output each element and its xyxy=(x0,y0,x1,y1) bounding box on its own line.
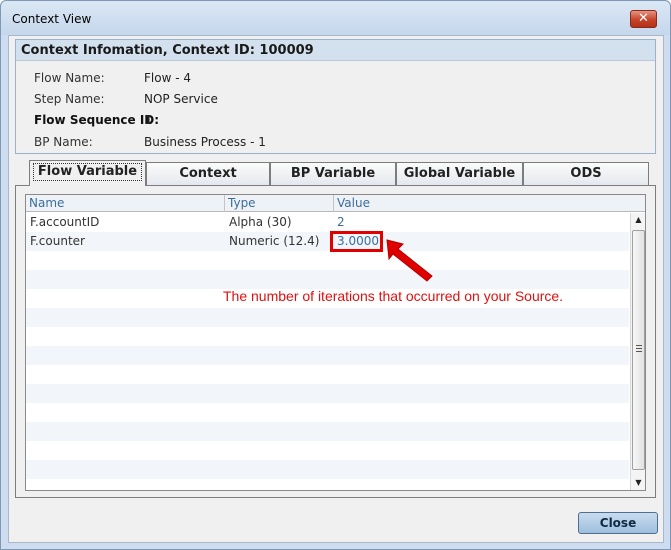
annotation-arrow-icon xyxy=(386,239,433,282)
tab-ods[interactable]: ODS xyxy=(523,162,649,185)
flow-name-value: Flow - 4 xyxy=(144,71,191,85)
empty-row xyxy=(26,460,629,479)
info-row-bp-name: BP Name: Business Process - 1 xyxy=(16,135,655,153)
cell-name: F.counter xyxy=(30,234,85,248)
window-title: Context View xyxy=(12,12,92,26)
context-info-header: Context Infomation, Context ID: 100009 xyxy=(16,40,655,61)
bp-name-value: Business Process - 1 xyxy=(144,135,266,149)
empty-row xyxy=(26,441,629,460)
flow-sequence-id-label: Flow Sequence ID: xyxy=(34,113,160,127)
empty-row xyxy=(26,346,629,365)
scroll-up-icon[interactable]: ▲ xyxy=(631,213,646,227)
info-row-step-name: Step Name: NOP Service xyxy=(16,92,655,110)
tab-bp-variable-label: BP Variable xyxy=(290,166,376,181)
tab-ods-label: ODS xyxy=(570,166,602,181)
info-row-flow-name: Flow Name: Flow - 4 xyxy=(16,71,655,89)
step-name-label: Step Name: xyxy=(34,92,105,106)
annotation-text: The number of iterations that occurred o… xyxy=(223,288,564,304)
empty-row xyxy=(26,479,629,490)
variable-tabs: Flow Variable Context Variable BP Variab… xyxy=(15,160,656,203)
context-view-window: Context View ✕ Context Infomation, Conte… xyxy=(0,0,671,550)
empty-row xyxy=(26,422,629,441)
context-info-panel: Context Infomation, Context ID: 100009 F… xyxy=(15,39,656,154)
table-body: F.accountID Alpha (30) 2 F.counter Numer… xyxy=(26,213,629,490)
tab-context-variable[interactable]: Context Variable xyxy=(146,162,270,203)
vertical-scrollbar[interactable]: ▲ ▼ xyxy=(630,213,645,490)
tab-global-variable[interactable]: Global Variable xyxy=(396,162,523,185)
flow-name-label: Flow Name: xyxy=(34,71,105,85)
empty-row xyxy=(26,365,629,384)
column-header-value[interactable]: Value xyxy=(334,195,645,212)
cell-type: Alpha (30) xyxy=(229,215,292,229)
table-row[interactable]: F.counter Numeric (12.4) 3.0000 xyxy=(26,232,629,251)
tab-bp-variable[interactable]: BP Variable xyxy=(270,162,396,185)
empty-row xyxy=(26,270,629,289)
empty-row xyxy=(26,308,629,327)
scrollbar-grip-icon xyxy=(636,345,642,352)
scrollbar-thumb[interactable] xyxy=(632,230,645,470)
empty-row xyxy=(26,384,629,403)
empty-row xyxy=(26,327,629,346)
value-highlight-box xyxy=(330,231,383,252)
context-info-title: Context Infomation, Context ID: 100009 xyxy=(21,43,314,58)
table-header: Name Type Value xyxy=(26,195,645,212)
table-row[interactable]: F.accountID Alpha (30) 2 xyxy=(26,213,629,232)
tab-global-variable-label: Global Variable xyxy=(403,166,516,181)
flow-sequence-id-value: 1 xyxy=(144,113,153,127)
window-close-icon[interactable]: ✕ xyxy=(630,10,657,28)
tab-flow-variable-label: Flow Variable xyxy=(32,163,143,181)
column-header-name[interactable]: Name xyxy=(26,195,225,212)
tab-flow-variable[interactable]: Flow Variable xyxy=(29,160,146,186)
title-bar[interactable]: Context View ✕ xyxy=(1,1,670,35)
info-row-flow-sequence-id: Flow Sequence ID: 1 xyxy=(16,113,655,131)
column-header-type[interactable]: Type xyxy=(225,195,334,212)
cell-name: F.accountID xyxy=(30,215,100,229)
cell-type: Numeric (12.4) xyxy=(229,234,320,248)
bp-name-label: BP Name: xyxy=(34,135,93,149)
empty-row xyxy=(26,251,629,270)
empty-row xyxy=(26,403,629,422)
cell-value: 2 xyxy=(337,215,345,229)
close-button[interactable]: Close xyxy=(578,512,658,534)
step-name-value: NOP Service xyxy=(144,92,218,106)
scroll-down-icon[interactable]: ▼ xyxy=(631,476,646,490)
